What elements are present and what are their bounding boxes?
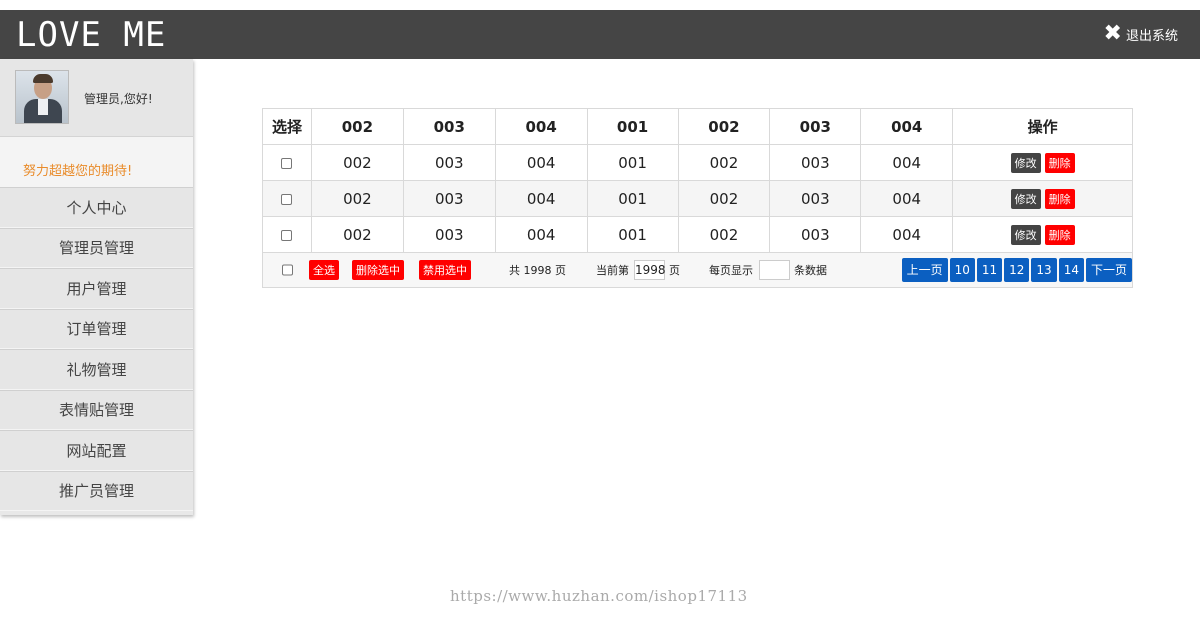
top-strip [0, 0, 1200, 10]
row-select-cell [262, 180, 312, 217]
data-table: 选择 002 003 004 001 002 003 004 操作 002 003 004 001 00… [262, 108, 1133, 288]
per-page-input[interactable] [759, 260, 790, 280]
row-actions: 修改 删除 [952, 144, 1133, 181]
per-page-suffix: 条数据 [794, 264, 827, 277]
table-cell: 002 [677, 144, 771, 181]
table-cell: 003 [402, 180, 496, 217]
sidebar-item[interactable]: 个人中心 [0, 187, 193, 228]
table-cell: 004 [860, 180, 954, 217]
page-number-button[interactable]: 14 [1058, 258, 1084, 282]
sidebar-item[interactable]: 推广员管理 [0, 470, 193, 511]
close-icon: ✖ [1103, 21, 1122, 46]
sidebar-item[interactable]: 管理员管理 [0, 227, 193, 268]
table-cell: 002 [677, 180, 771, 217]
table-cell: 004 [860, 216, 954, 253]
pagination: 上一页 10 11 12 13 14 下一页 [901, 258, 1132, 282]
logout-button[interactable]: ✖ 退出系统 [1103, 21, 1178, 46]
page-number-button[interactable]: 13 [1031, 258, 1057, 282]
table-cell: 004 [494, 144, 588, 181]
prev-page-button[interactable]: 上一页 [901, 258, 948, 282]
logout-label: 退出系统 [1125, 28, 1178, 44]
sidebar-item[interactable]: 礼物管理 [0, 349, 193, 390]
table-cell: 001 [586, 144, 679, 181]
profile-panel: 管理员,您好! [0, 59, 193, 137]
row-actions: 修改 删除 [952, 180, 1133, 217]
column-header: 004 [860, 108, 954, 145]
sidebar-item[interactable]: 网站配置 [0, 430, 193, 471]
table-cell: 004 [860, 144, 954, 181]
table-cell: 003 [402, 144, 496, 181]
sidebar-item[interactable]: 用户管理 [0, 268, 193, 309]
table-cell: 002 [310, 144, 404, 181]
edit-button[interactable]: 修改 [1010, 152, 1041, 173]
table-cell: 002 [677, 216, 771, 253]
table-cell: 003 [769, 144, 862, 181]
edit-button[interactable]: 修改 [1010, 224, 1041, 245]
delete-button[interactable]: 删除 [1044, 188, 1075, 209]
greeting-text: 管理员,您好! [84, 92, 153, 106]
table-footer-row: 全选 删除选中 禁用选中 共 1998 页 当前第 1998 页 每页显示 条数… [262, 252, 1133, 288]
row-checkbox[interactable] [281, 193, 293, 205]
table-row: 002 003 004 001 002 003 004 修改 删除 [262, 180, 1133, 217]
per-page-prefix: 每页显示 [709, 264, 753, 277]
table-cell: 001 [586, 216, 679, 253]
row-checkbox[interactable] [281, 229, 293, 241]
total-pages-text: 共 1998 页 [509, 264, 566, 277]
current-page-prefix: 当前第 [596, 264, 629, 277]
table-cell: 003 [769, 216, 862, 253]
row-checkbox[interactable] [281, 157, 293, 169]
column-header: 002 [677, 108, 771, 145]
delete-button[interactable]: 删除 [1044, 224, 1075, 245]
table-cell: 003 [402, 216, 496, 253]
column-header: 003 [769, 108, 862, 145]
next-page-button[interactable]: 下一页 [1085, 258, 1132, 282]
page-number-button[interactable]: 10 [949, 258, 975, 282]
delete-button[interactable]: 删除 [1044, 152, 1075, 173]
page-number-button[interactable]: 11 [976, 258, 1003, 282]
current-page-suffix: 页 [669, 264, 680, 277]
watermark-text: https://www.huzhan.com/ishop17113 [450, 587, 748, 605]
table-cell: 004 [494, 180, 588, 217]
sidebar-item[interactable]: 表情贴管理 [0, 389, 193, 430]
column-header: 003 [402, 108, 496, 145]
sidebar-item[interactable]: 订单管理 [0, 308, 193, 349]
table-cell: 002 [310, 216, 404, 253]
header-select: 选择 [262, 108, 312, 145]
header-actions: 操作 [952, 108, 1133, 145]
column-header: 001 [586, 108, 679, 145]
table-cell: 002 [310, 180, 404, 217]
row-select-cell [262, 144, 312, 181]
column-header: 004 [494, 108, 588, 145]
current-page-input[interactable]: 1998 [634, 260, 666, 280]
page-number-button[interactable]: 12 [1004, 258, 1030, 282]
app-logo: LOVE ME [16, 15, 167, 55]
row-select-cell [262, 216, 312, 253]
row-actions: 修改 删除 [952, 216, 1133, 253]
header-bar: LOVE ME ✖ 退出系统 [0, 10, 1200, 59]
table-cell: 003 [769, 180, 862, 217]
table-row: 002 003 004 001 002 003 004 修改 删除 [262, 216, 1133, 253]
table-cell: 001 [586, 180, 679, 217]
table-header-row: 选择 002 003 004 001 002 003 004 操作 [262, 108, 1133, 145]
table-cell: 004 [494, 216, 588, 253]
disable-selected-button[interactable]: 禁用选中 [419, 260, 471, 280]
sidebar: 管理员,您好! 努力超越您的期待! 个人中心 管理员管理 用户管理 订单管理 礼物管理表… [0, 59, 193, 515]
motto-text: 努力超越您的期待! [0, 137, 193, 187]
table-row: 002 003 004 001 002 003 004 修改 删除 [262, 144, 1133, 181]
column-header: 002 [310, 108, 404, 145]
select-all-checkbox[interactable] [282, 264, 293, 276]
select-all-button[interactable]: 全选 [309, 260, 339, 280]
edit-button[interactable]: 修改 [1010, 188, 1041, 209]
avatar [15, 70, 69, 124]
delete-selected-button[interactable]: 删除选中 [352, 260, 404, 280]
